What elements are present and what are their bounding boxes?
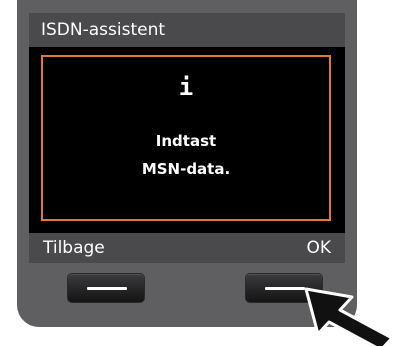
dash-icon [265, 287, 305, 290]
info-icon: i [178, 73, 194, 101]
softkey-back-label: Tilbage [43, 238, 105, 258]
message-line-1: Indtast [155, 132, 217, 150]
softkey-ok-label: OK [306, 238, 331, 258]
dash-icon [87, 287, 127, 290]
info-dialog: i Indtast MSN-data. [41, 55, 331, 221]
screen-title: ISDN-assistent [29, 13, 345, 47]
message-line-2: MSN-data. [141, 160, 231, 178]
phone-device: ISDN-assistent i Indtast MSN-data. Tilba… [17, 0, 357, 327]
softkey-bar: Tilbage OK [29, 233, 345, 263]
left-softkey-button[interactable] [67, 273, 145, 303]
display-area: i Indtast MSN-data. [29, 47, 345, 233]
right-softkey-button[interactable] [245, 273, 323, 303]
